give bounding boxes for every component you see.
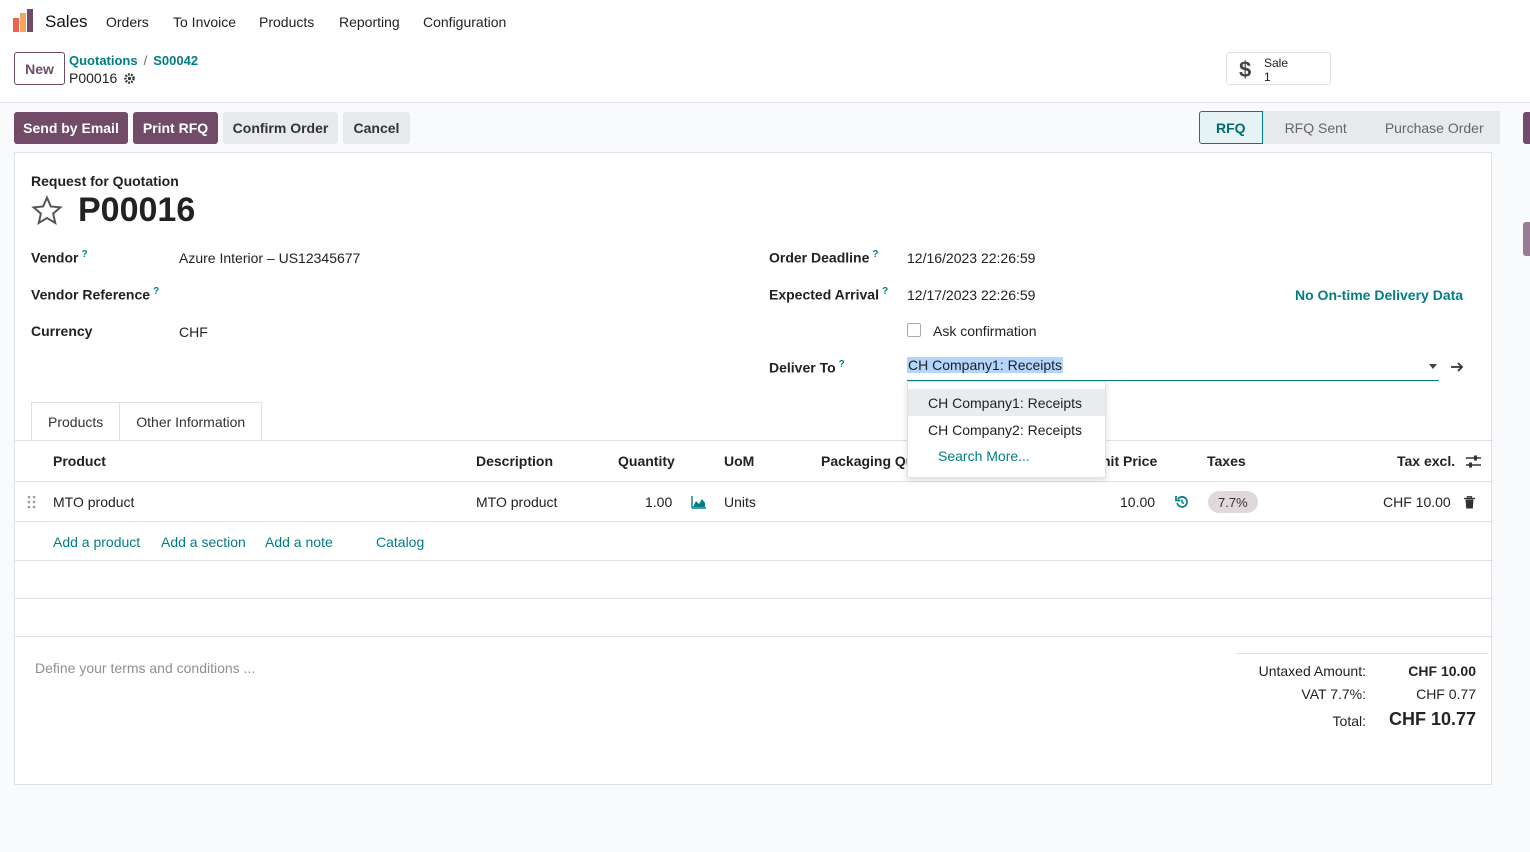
totals-block: Untaxed Amount: CHF 10.00 VAT 7.7%: CHF … (1236, 653, 1488, 729)
cancel-button[interactable]: Cancel (343, 112, 410, 144)
help-icon[interactable]: ? (81, 249, 87, 260)
form-subtitle: Request for Quotation (31, 173, 179, 189)
currency-label: Currency (31, 323, 93, 339)
dropdown-option-company1[interactable]: CH Company1: Receipts (908, 389, 1105, 416)
confirm-order-button[interactable]: Confirm Order (223, 112, 338, 144)
status-rfq-sent[interactable]: RFQ Sent (1262, 111, 1363, 144)
col-tax-excl[interactable]: Tax excl. (1397, 453, 1455, 469)
star-icon[interactable] (31, 195, 63, 227)
breadcrumb: Quotations / S00042 (69, 53, 198, 68)
total-value: CHF 10.77 (1388, 709, 1476, 729)
record-title: P00016 (78, 191, 196, 229)
cell-description[interactable]: MTO product (476, 494, 557, 510)
col-packaging[interactable]: Packaging Qu (821, 453, 914, 469)
forecast-chart-icon[interactable] (691, 495, 707, 509)
tax-badge[interactable]: 7.7% (1208, 491, 1258, 513)
side-edge-button[interactable] (1523, 112, 1530, 144)
cell-quantity[interactable]: 1.00 (645, 494, 672, 510)
expected-arrival-field[interactable]: 12/17/2023 22:26:59 (907, 287, 1035, 303)
chevron-down-icon[interactable] (1429, 364, 1437, 369)
search-more-link[interactable]: Search More... (938, 448, 1030, 464)
total-label: Total: (1332, 713, 1366, 729)
optional-columns-icon[interactable] (1465, 454, 1482, 470)
help-icon[interactable]: ? (882, 286, 888, 297)
currency-field[interactable]: CHF (179, 324, 208, 340)
tab-other-information[interactable]: Other Information (120, 402, 263, 441)
order-deadline-label: Order Deadline? (769, 249, 879, 266)
expected-arrival-label: Expected Arrival? (769, 286, 889, 303)
breadcrumb-separator: / (143, 53, 148, 68)
vendor-reference-field[interactable] (179, 281, 729, 305)
col-unit-price[interactable]: nit Price (1102, 453, 1157, 469)
ask-confirmation-checkbox[interactable] (907, 323, 921, 337)
dollar-icon: $ (1239, 57, 1252, 82)
menu-products[interactable]: Products (259, 14, 314, 30)
new-button[interactable]: New (14, 52, 65, 85)
top-navbar: Sales Orders To Invoice Products Reporti… (0, 0, 1530, 44)
untaxed-value: CHF 10.00 (1408, 663, 1476, 679)
side-edge-decoration (1523, 222, 1530, 256)
drag-handle-icon[interactable] (27, 495, 36, 509)
order-lines-header: Product Description Quantity UoM Packagi… (15, 441, 1493, 481)
col-quantity[interactable]: Quantity (618, 453, 675, 469)
control-panel: New Quotations / S00042 P00016 $ Sale 1 (0, 44, 1530, 103)
internal-link-arrow-icon[interactable] (1450, 360, 1464, 374)
send-by-email-button[interactable]: Send by Email (14, 112, 128, 144)
status-rfq[interactable]: RFQ (1199, 111, 1263, 144)
ask-confirmation-label: Ask confirmation (933, 323, 1037, 339)
smart-button-label: Sale 1 (1264, 56, 1289, 84)
cell-unit-price[interactable]: 10.00 (1120, 494, 1155, 510)
notebook-tabs: Products Other Information (31, 402, 263, 441)
menu-configuration[interactable]: Configuration (423, 14, 506, 30)
col-description[interactable]: Description (476, 453, 553, 469)
help-icon[interactable]: ? (872, 249, 878, 260)
vendor-field[interactable]: Azure Interior – US12345677 (179, 250, 360, 266)
menu-orders[interactable]: Orders (106, 14, 149, 30)
table-empty-row (15, 599, 1493, 637)
tab-products[interactable]: Products (31, 402, 121, 441)
print-rfq-button[interactable]: Print RFQ (133, 112, 218, 144)
col-taxes[interactable]: Taxes (1207, 453, 1246, 469)
table-empty-row (15, 561, 1493, 599)
col-uom[interactable]: UoM (724, 453, 754, 469)
breadcrumb-quotations[interactable]: Quotations (69, 53, 138, 68)
dropdown-option-company2[interactable]: CH Company2: Receipts (908, 416, 1105, 443)
vendor-reference-label: Vendor Reference? (31, 286, 160, 303)
col-product[interactable]: Product (53, 453, 106, 469)
vat-label: VAT 7.7%: (1301, 686, 1366, 702)
cell-tax-excl: CHF 10.00 (1383, 494, 1451, 510)
deliver-to-label: Deliver To? (769, 359, 845, 376)
deliver-to-dropdown: CH Company1: Receipts CH Company2: Recei… (907, 381, 1106, 478)
cell-product[interactable]: MTO product (53, 494, 134, 510)
vendor-label: Vendor? (31, 249, 88, 266)
record-name: P00016 (69, 70, 118, 86)
menu-to-invoice[interactable]: To Invoice (173, 14, 236, 30)
table-add-row (15, 523, 1493, 561)
order-deadline-field[interactable]: 12/16/2023 22:26:59 (907, 250, 1035, 266)
app-name[interactable]: Sales (45, 12, 88, 32)
sales-app-icon[interactable] (12, 9, 36, 33)
on-time-delivery-link[interactable]: No On-time Delivery Data (1295, 287, 1463, 303)
form-sheet: Request for Quotation P00016 Vendor? Azu… (14, 152, 1493, 785)
cell-uom[interactable]: Units (724, 494, 756, 510)
menu-reporting[interactable]: Reporting (339, 14, 400, 30)
help-icon[interactable]: ? (153, 286, 159, 297)
status-purchase-order[interactable]: Purchase Order (1362, 111, 1500, 144)
reset-price-icon[interactable] (1175, 495, 1189, 509)
deliver-to-value: CH Company1: Receipts (907, 357, 1064, 373)
terms-conditions-field[interactable]: Define your terms and conditions ... (35, 660, 255, 676)
help-icon[interactable]: ? (839, 359, 845, 370)
record-name-row: P00016 (69, 70, 136, 86)
gear-icon[interactable] (123, 72, 136, 85)
untaxed-label: Untaxed Amount: (1258, 663, 1366, 679)
sale-smart-button[interactable]: $ Sale 1 (1226, 52, 1331, 85)
vat-value: CHF 0.77 (1416, 686, 1476, 702)
status-bar: RFQ RFQ Sent Purchase Order (1199, 111, 1500, 144)
deliver-to-input[interactable]: CH Company1: Receipts (907, 357, 1439, 381)
trash-icon[interactable] (1464, 496, 1475, 509)
table-row[interactable]: MTO product MTO product 1.00 Units 10.00… (15, 481, 1493, 522)
breadcrumb-so[interactable]: S00042 (153, 53, 198, 68)
